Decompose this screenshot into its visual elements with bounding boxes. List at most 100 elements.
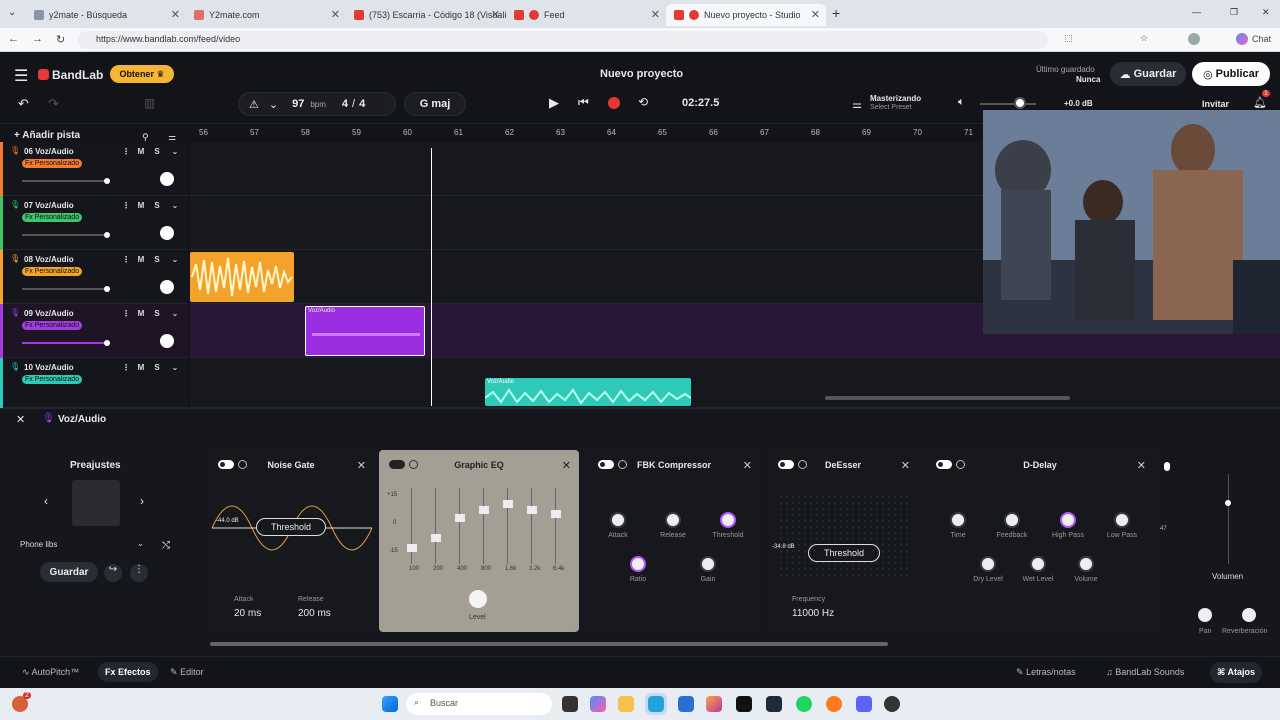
track-menu-icon[interactable]: ⋮ [120,200,132,212]
mastering-sliders-icon[interactable]: ⚌ [852,98,862,111]
chevron-down-icon[interactable]: ⌄ [269,98,278,111]
chevron-down-icon[interactable]: ⌄ [169,308,181,320]
eq-fader-thumb[interactable] [527,506,537,514]
windows-start-icon[interactable] [382,696,398,712]
preset-select[interactable]: Phone libs ⌄ [14,536,150,554]
gain-knob[interactable] [700,556,716,572]
close-compressor-icon[interactable]: ✕ [743,459,752,472]
track-header-07[interactable]: 🎙︎ 07 Voz/Audio Fx Personalizado ⋮ M S ⌄ [0,196,188,250]
track-menu-icon[interactable]: ⋮ [120,254,132,266]
time-signature-numerator[interactable]: 4 [342,98,348,110]
eq-band-3.2k[interactable] [527,488,541,564]
fx-badge[interactable]: Fx Personalizado [22,159,83,168]
master-volume-thumb[interactable] [1014,97,1026,109]
level-knob[interactable] [469,590,487,608]
browser-tab-1[interactable]: y2mate - Búsqueda ✕ [26,4,186,26]
publish-button[interactable]: ◎ Publicar [1192,62,1270,86]
chevron-down-icon[interactable]: ⌄ [169,254,181,266]
solo-button[interactable]: S [151,362,163,374]
obs-icon[interactable] [884,696,900,712]
close-window-icon[interactable]: ✕ [1262,7,1270,18]
browser-tab-4[interactable]: Feed ✕ [506,4,666,26]
random-preset-icon[interactable]: ⤭ [162,540,170,551]
discord-icon[interactable] [856,696,872,712]
eq-band-6.4k[interactable] [551,488,565,564]
share-icon[interactable]: ↪ [104,564,122,582]
bell-icon[interactable]: 🔔︎ [1253,96,1267,109]
track-header-10[interactable]: 🎙︎ 10 Voz/Audio Fx Personalizado ⋮ M S ⌄ [0,358,188,408]
solo-button[interactable]: S [151,308,163,320]
track-name[interactable]: 08 Voz/Audio [24,255,74,264]
track-menu-icon[interactable]: ⋮ [120,308,132,320]
close-tab-icon[interactable]: ✕ [331,8,340,21]
preset-prev-icon[interactable]: ‹ [44,494,48,508]
mute-button[interactable]: M [135,308,147,320]
tiktok-icon[interactable] [736,696,752,712]
key-button[interactable]: G maj [404,92,466,116]
chat-label[interactable]: Chat [1252,34,1271,44]
browser-tab-3[interactable]: (753) Escarria - Código 18 (Visuali... ✕ [346,4,506,26]
track-volume-slider[interactable] [22,286,110,292]
master-volume-slider[interactable] [980,103,1036,105]
profile-avatar[interactable] [1188,33,1200,45]
speaker-icon[interactable]: 🔈︎ [958,96,965,109]
reload-icon[interactable]: ↻ [56,33,65,46]
track-menu-icon[interactable]: ⋮ [120,146,132,158]
eq-fader-thumb[interactable] [551,510,561,518]
chevron-down-icon[interactable]: ⌄ [169,362,181,374]
mute-button[interactable]: M [135,200,147,212]
close-deesser-icon[interactable]: ✕ [901,459,910,472]
more-options-icon[interactable]: ⋮ [130,564,148,582]
track-volume-fader[interactable] [1228,474,1229,564]
timeline-scrollbar[interactable] [825,396,1070,400]
skip-back-icon[interactable]: ⏮ [578,95,589,110]
deesser-threshold[interactable]: Threshold [808,544,880,562]
pan-knob[interactable] [160,280,174,294]
eq-band-400[interactable] [455,488,469,564]
mixer-icon[interactable]: ▥ [144,96,155,110]
copilot-taskbar-icon[interactable] [590,696,606,712]
favorites-icon[interactable]: ☆ [1140,33,1148,44]
time-signature-denominator[interactable]: 4 [359,98,365,110]
track-volume-thumb[interactable] [1225,500,1231,506]
copilot-icon[interactable] [1236,33,1248,45]
release-knob[interactable] [665,512,681,528]
audio-clip-10[interactable]: Voz/Audio [485,378,691,406]
pan-knob[interactable] [160,172,174,186]
close-delay-icon[interactable]: ✕ [1137,459,1146,472]
eq-band-200[interactable] [431,488,445,564]
dry-level-knob[interactable] [980,556,996,572]
track-volume-slider[interactable] [22,232,110,238]
eq-fader-thumb[interactable] [503,500,513,508]
track-header-09[interactable]: 🎙︎ 09 Voz/Audio Fx Personalizado ⋮ M S ⌄ [0,304,188,358]
fx-badge[interactable]: Fx Personalizado [22,375,83,384]
metronome-icon[interactable]: ⚠ [249,98,259,111]
file-explorer-icon[interactable] [618,696,634,712]
obtener-button[interactable]: Obtener ♛ [110,65,174,83]
track-name[interactable]: 07 Voz/Audio [24,201,74,210]
playhead[interactable] [431,148,432,406]
mute-button[interactable]: M [135,362,147,374]
solo-button[interactable]: S [151,146,163,158]
audio-clip-09[interactable]: Voz/Audio [305,306,425,356]
audio-clip-08[interactable] [190,252,294,302]
track-lane-10[interactable]: Voz/Audio [190,358,1280,408]
chevron-down-icon[interactable]: ⌄ [169,200,181,212]
solo-button[interactable]: S [151,254,163,266]
add-track-button[interactable]: + Añadir pista [14,130,80,141]
reverb-knob[interactable] [1242,608,1256,622]
pan-knob[interactable] [160,334,174,348]
partial-effect-toggle[interactable] [1164,462,1170,471]
bpm-value[interactable]: 97 [292,98,304,110]
track-menu-icon[interactable]: ⋮ [120,362,132,374]
eq-fader-thumb[interactable] [455,514,465,522]
preset-next-icon[interactable]: › [140,494,144,508]
ratio-knob[interactable] [630,556,646,572]
feedback-knob[interactable] [1004,512,1020,528]
save-button[interactable]: ☁ Guardar [1110,62,1186,86]
back-icon[interactable]: ← [8,33,19,45]
close-tab-icon[interactable]: ✕ [171,8,180,21]
eq-fader-thumb[interactable] [407,544,417,552]
eq-fader-thumb[interactable] [479,506,489,514]
spotify-icon[interactable] [796,696,812,712]
